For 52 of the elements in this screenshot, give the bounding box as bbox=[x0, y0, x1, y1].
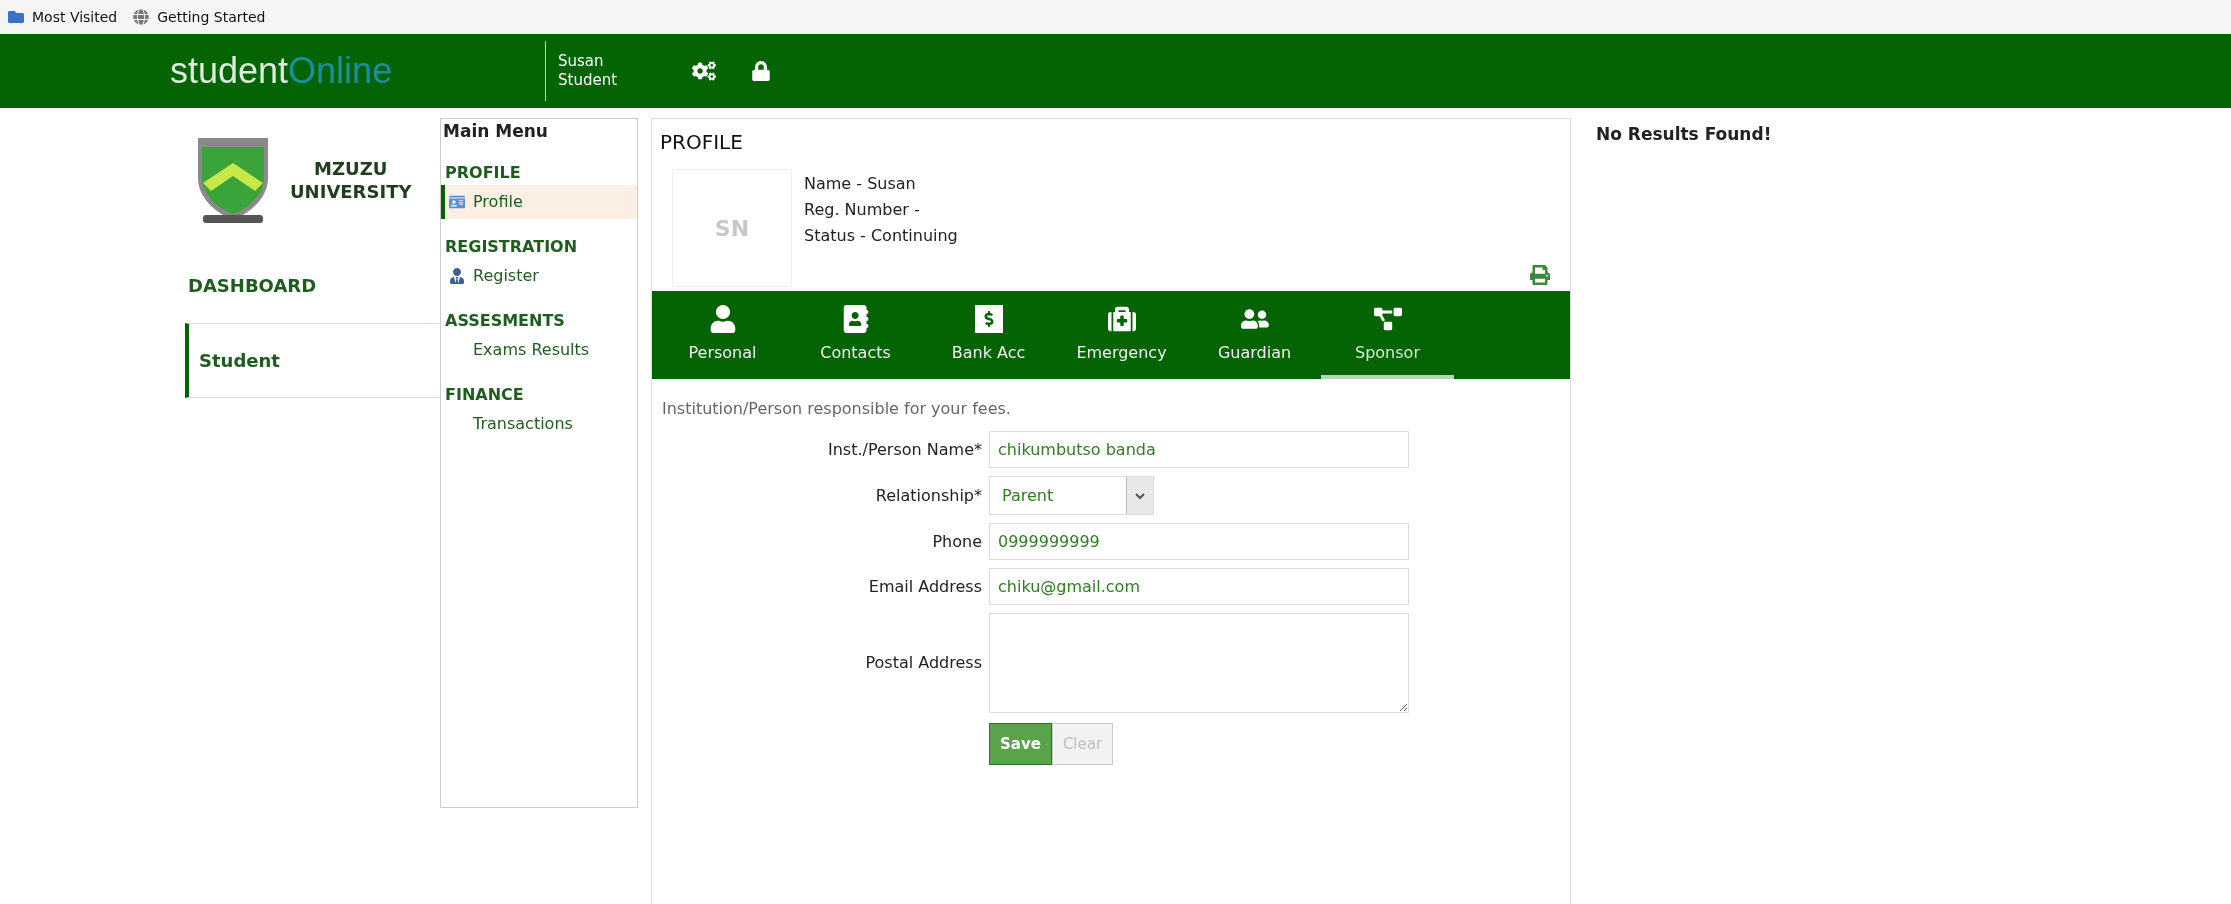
tab[interactable]: Sponsor bbox=[1321, 291, 1454, 379]
form-intro: Institution/Person responsible for your fees. bbox=[661, 398, 1012, 420]
menu-item[interactable]: Transactions bbox=[441, 406, 637, 441]
tab[interactable]: Personal bbox=[656, 291, 789, 379]
profile-detail: Status - Continuing bbox=[804, 225, 959, 247]
menu-item[interactable]: Exams Results bbox=[441, 332, 637, 367]
text-field[interactable]: 0999999999 bbox=[989, 523, 1409, 560]
caret-icon bbox=[1126, 477, 1153, 514]
textarea-field[interactable] bbox=[989, 613, 1409, 713]
menu-item[interactable]: Profile bbox=[441, 184, 637, 219]
tab[interactable]: Emergency bbox=[1055, 291, 1188, 379]
field-label: Email Address bbox=[867, 575, 982, 598]
menu-heading: REGISTRATION bbox=[444, 235, 579, 258]
medical-kit-icon bbox=[1107, 305, 1136, 333]
tab[interactable]: Contacts bbox=[789, 291, 922, 379]
bookmark-icon bbox=[8, 9, 24, 25]
field-label: Relationship* bbox=[874, 484, 982, 507]
bookmark-link[interactable]: Getting Started bbox=[133, 6, 266, 28]
lock-button[interactable] bbox=[751, 61, 772, 81]
university-name: MZUZU UNIVERSITY bbox=[290, 158, 412, 203]
network-icon bbox=[1373, 305, 1402, 333]
dollar-icon bbox=[974, 305, 1003, 333]
settings-button[interactable] bbox=[692, 59, 717, 83]
menu-heading: ASSESMENTS bbox=[444, 309, 566, 332]
user-first-name: Susan bbox=[558, 52, 605, 71]
field-label: Phone bbox=[931, 530, 982, 553]
nav-item[interactable]: DASHBOARD bbox=[185, 248, 440, 323]
globe-icon bbox=[133, 9, 150, 25]
menu-heading: FINANCE bbox=[444, 383, 525, 406]
field-label: Postal Address bbox=[864, 652, 982, 674]
menu-heading: PROFILE bbox=[444, 161, 522, 184]
tab[interactable]: Bank Acc bbox=[922, 291, 1055, 379]
nav-item[interactable]: Student bbox=[185, 323, 440, 398]
menu-title: Main Menu bbox=[442, 120, 549, 143]
person-icon bbox=[708, 305, 737, 333]
app-logo: studentOnline bbox=[170, 49, 394, 93]
user-second-name: Student bbox=[558, 71, 618, 90]
field-label: Inst./Person Name* bbox=[827, 438, 982, 461]
bookmark-link[interactable]: Most Visited bbox=[8, 6, 118, 28]
address-book-icon bbox=[841, 305, 870, 333]
print-button[interactable] bbox=[1530, 265, 1550, 285]
text-field[interactable]: chiku@gmail.com bbox=[989, 568, 1409, 605]
results-message: No Results Found! bbox=[1596, 124, 1772, 144]
tab[interactable]: Guardian bbox=[1188, 291, 1321, 379]
menu-item[interactable]: Register bbox=[441, 258, 637, 293]
profile-detail: Name - Susan bbox=[804, 173, 917, 195]
panel-title: PROFILE bbox=[659, 129, 744, 156]
profile-detail: Reg. Number - bbox=[804, 199, 921, 221]
id-card-icon bbox=[449, 193, 465, 210]
person-icon bbox=[449, 267, 465, 284]
text-field[interactable]: chikumbutso banda bbox=[989, 431, 1409, 468]
relationship-select[interactable]: Parent bbox=[989, 476, 1154, 515]
